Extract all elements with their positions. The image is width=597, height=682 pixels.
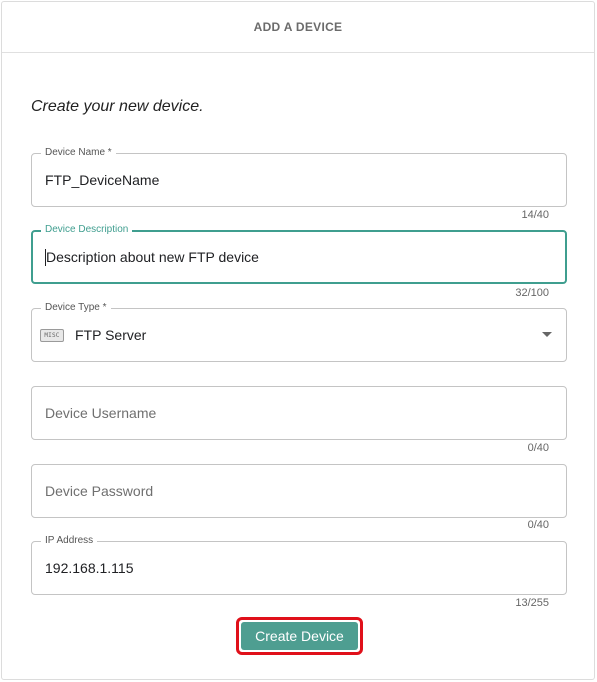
dialog-header: ADD A DEVICE (2, 2, 594, 53)
device-type-value-wrap: MISC FTP Server (40, 309, 146, 361)
device-password-input[interactable]: Device Password (45, 465, 153, 517)
device-description-counter: 32/100 (515, 287, 549, 299)
ip-address-counter: 13/255 (515, 597, 549, 609)
device-username-field[interactable]: Device Username (31, 386, 567, 440)
device-username-input[interactable]: Device Username (45, 387, 156, 439)
dialog-title: ADD A DEVICE (253, 20, 343, 34)
add-device-card: ADD A DEVICE Create your new device. Dev… (1, 1, 595, 680)
misc-chip-icon: MISC (40, 328, 64, 342)
create-device-button[interactable]: Create Device (241, 622, 358, 650)
ip-address-input[interactable]: 192.168.1.115 (45, 542, 134, 594)
ip-address-field[interactable]: IP Address 192.168.1.115 (31, 534, 567, 595)
device-name-field[interactable]: Device Name * FTP_DeviceName (31, 146, 567, 207)
device-password-field[interactable]: Device Password (31, 464, 567, 518)
device-password-counter: 0/40 (527, 519, 549, 531)
device-type-value: FTP Server (75, 327, 147, 343)
form-subtitle: Create your new device. (31, 98, 204, 115)
dropdown-arrow-icon[interactable] (542, 332, 552, 337)
device-username-counter: 0/40 (527, 442, 549, 454)
device-name-input[interactable]: FTP_DeviceName (45, 154, 159, 206)
device-description-value: Description about new FTP device (46, 249, 259, 265)
device-description-input[interactable]: Description about new FTP device (45, 232, 259, 282)
device-name-counter: 14/40 (521, 209, 549, 221)
create-device-button-highlight: Create Device (236, 617, 363, 655)
device-description-field[interactable]: Device Description Description about new… (31, 223, 567, 284)
device-type-select[interactable]: Device Type * MISC FTP Server (31, 301, 567, 362)
